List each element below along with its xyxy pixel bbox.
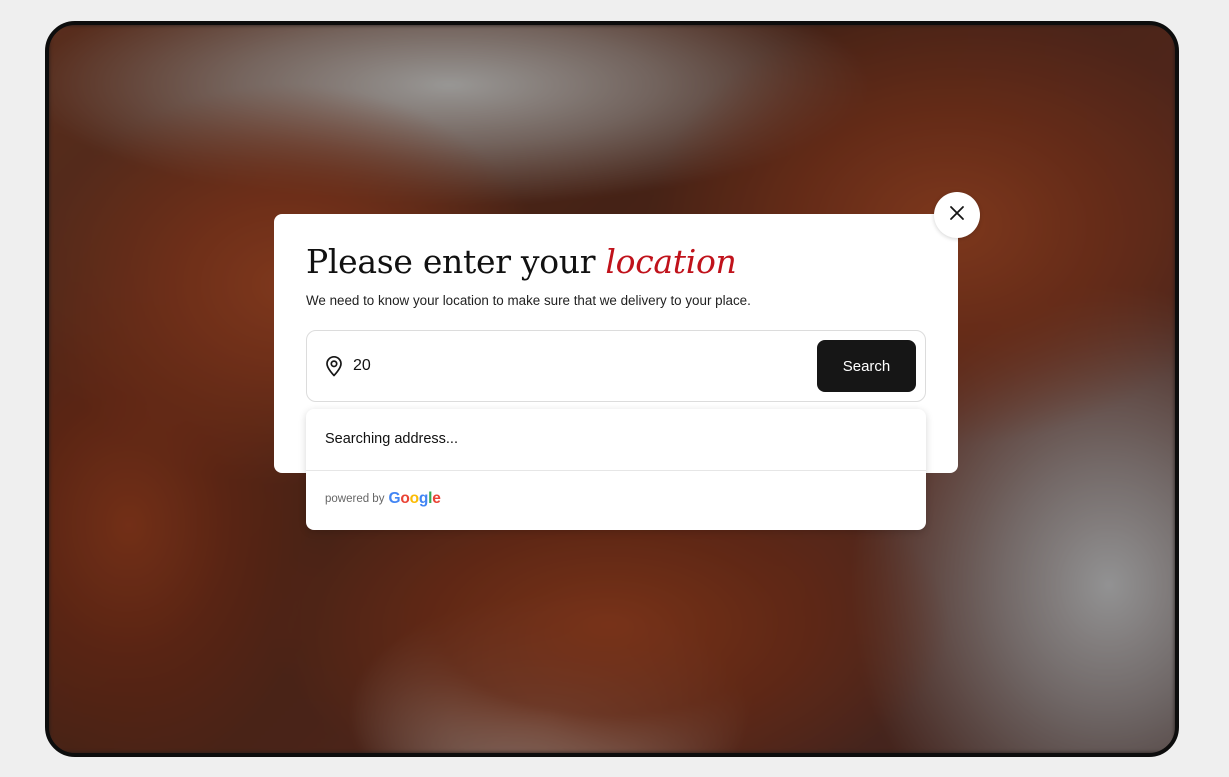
modal-title-accent: location [605,242,737,281]
modal-subtitle: We need to know your location to make su… [306,293,751,308]
powered-by-label: powered by [325,493,385,505]
dropdown-divider [306,470,926,471]
app-frame: Please enter your location We need to kn… [45,21,1179,757]
address-suggestions-dropdown: Searching address... powered by Google [306,409,926,530]
map-pin-icon [324,355,344,377]
google-logo: Google [388,490,441,507]
close-modal-button[interactable] [934,192,980,238]
modal-title-main: Please enter your [306,242,606,281]
searching-status: Searching address... [325,431,458,447]
search-button[interactable]: Search [817,340,916,392]
powered-by-google: powered by Google [325,490,441,508]
location-search-input[interactable] [353,351,793,381]
modal-title: Please enter your location [306,242,737,281]
close-icon [949,205,965,226]
location-search-box[interactable]: Search [306,330,926,402]
